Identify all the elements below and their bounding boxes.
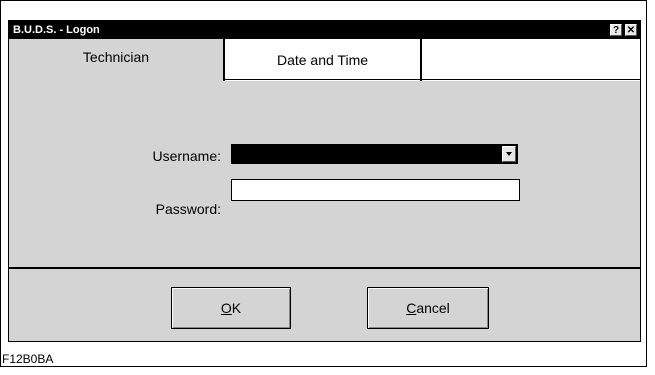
- ok-label-rest: K: [231, 300, 242, 316]
- logon-dialog: B.U.D.S. - Logon ? ✕ Technician Date and…: [8, 20, 641, 342]
- username-dropdown[interactable]: [231, 144, 518, 164]
- tab-technician[interactable]: Technician: [9, 39, 225, 81]
- title-bar: B.U.D.S. - Logon ? ✕: [9, 21, 640, 39]
- cancel-mnemonic: C: [406, 300, 417, 316]
- dropdown-button[interactable]: [502, 146, 516, 162]
- close-icon[interactable]: ✕: [625, 24, 637, 36]
- help-icon[interactable]: ?: [610, 24, 622, 36]
- tab-divider: [225, 79, 640, 80]
- cancel-button[interactable]: Cancel: [367, 287, 489, 329]
- button-area-divider: [9, 267, 640, 269]
- password-label: Password:: [155, 201, 221, 217]
- password-field[interactable]: [231, 179, 520, 201]
- cancel-label-rest: ancel: [416, 300, 450, 316]
- figure-frame: B.U.D.S. - Logon ? ✕ Technician Date and…: [0, 0, 647, 367]
- tab-strip: Technician Date and Time: [9, 39, 640, 81]
- ok-button[interactable]: OK: [171, 287, 291, 329]
- figure-code: F12B0BA: [2, 352, 54, 366]
- ok-mnemonic: O: [220, 300, 232, 316]
- chevron-down-icon: [506, 152, 512, 156]
- window-title: B.U.D.S. - Logon: [13, 24, 100, 36]
- tab-date-and-time[interactable]: Date and Time: [225, 39, 422, 81]
- username-label: Username:: [152, 148, 221, 164]
